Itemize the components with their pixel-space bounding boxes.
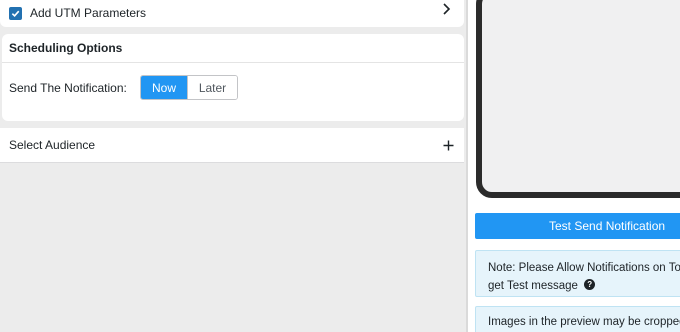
- phone-preview-frame: [476, 0, 680, 198]
- check-icon: [11, 10, 20, 18]
- image-crop-note: Images in the preview may be cropped: [475, 306, 680, 332]
- now-button[interactable]: Now: [141, 76, 187, 99]
- plus-icon[interactable]: [443, 138, 454, 156]
- utm-row[interactable]: Add UTM Parameters: [0, 0, 464, 27]
- utm-label: Add UTM Parameters: [30, 5, 147, 20]
- send-notification-label: Send The Notification:: [9, 80, 127, 95]
- scheduling-title: Scheduling Options: [2, 34, 464, 63]
- select-audience-label: Select Audience: [9, 138, 96, 152]
- chevron-right-icon[interactable]: [442, 2, 452, 21]
- help-icon[interactable]: ?: [584, 279, 596, 291]
- send-notification-row: Send The Notification: Now Later: [9, 75, 238, 100]
- notification-editor: Add UTM Parameters Scheduling Options Se…: [0, 0, 680, 332]
- note-line-1: Note: Please Allow Notifications on Top: [488, 262, 680, 274]
- test-send-button[interactable]: Test Send Notification: [475, 213, 680, 239]
- settings-panel: Add UTM Parameters Scheduling Options Se…: [0, 0, 466, 332]
- utm-checkbox[interactable]: [9, 7, 22, 20]
- later-button[interactable]: Later: [187, 76, 237, 99]
- select-audience-row[interactable]: Select Audience: [0, 128, 464, 163]
- note-line-2: get Test message: [488, 280, 578, 292]
- note-line-2-row: get Test message ?: [488, 277, 680, 295]
- preview-panel: Test Send Notification Note: Please Allo…: [468, 0, 680, 332]
- allow-notifications-note: Note: Please Allow Notifications on Top …: [475, 250, 680, 297]
- scheduling-options-card: Scheduling Options Send The Notification…: [2, 34, 464, 121]
- send-time-toggle: Now Later: [140, 75, 238, 100]
